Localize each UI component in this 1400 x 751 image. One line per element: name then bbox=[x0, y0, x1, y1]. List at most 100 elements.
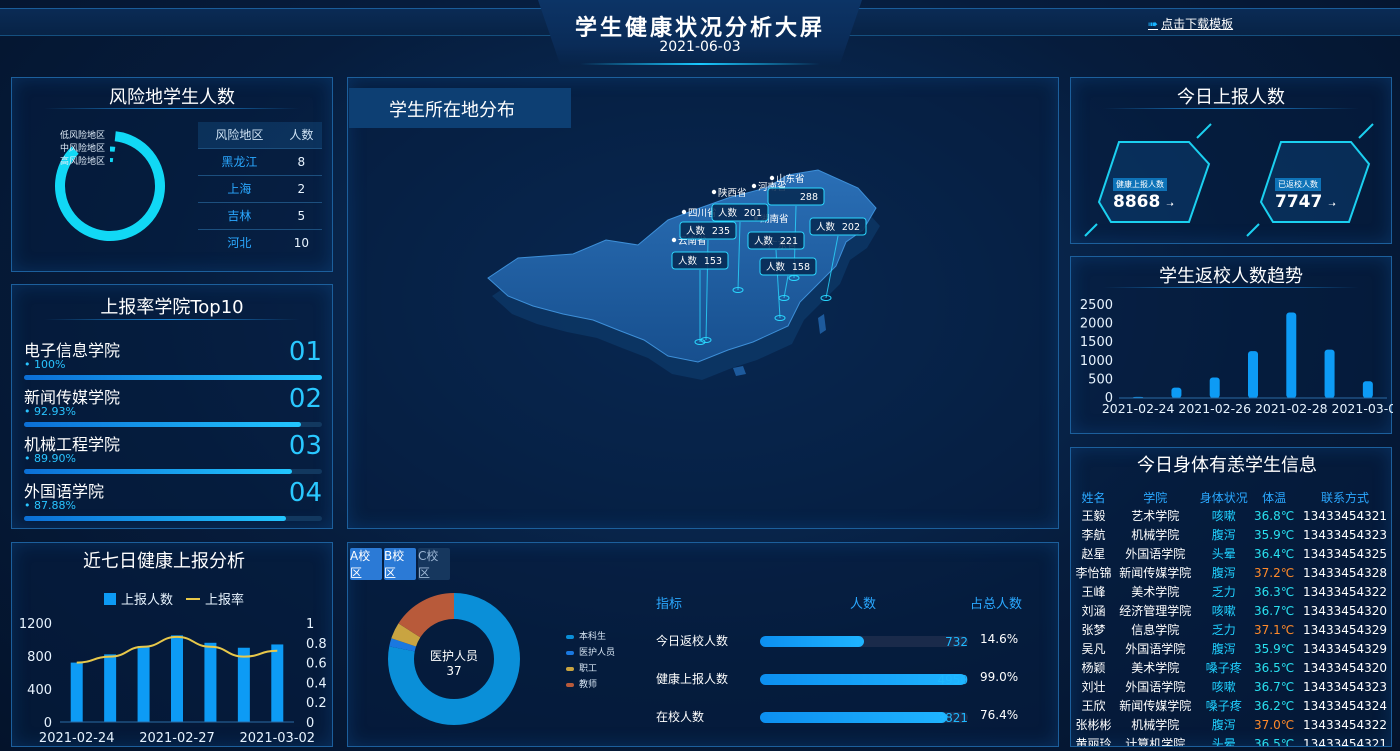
rank-bar bbox=[24, 422, 322, 427]
trend-bar bbox=[1248, 351, 1258, 398]
student-college: 机械学院 bbox=[1131, 718, 1180, 732]
student-status: 乏力 bbox=[1211, 623, 1236, 637]
sick-students-panel: 今日身体有恙学生信息 姓名 学院 身体状况 体温 联系方式 王毅 艺术学院 咳嗽 36… bbox=[1070, 447, 1392, 747]
student-name: 赵星 bbox=[1081, 547, 1106, 561]
table-row[interactable]: 王欣 新闻传媒学院 嗓子疼 36.2℃ 13433454324 bbox=[1073, 696, 1391, 715]
risk-table: 风险地区 人数 黑龙江 8 上海 2 吉林 5 河北 10 bbox=[198, 122, 322, 256]
page-date: 2021-06-03 bbox=[659, 39, 741, 55]
table-row[interactable]: 李航 机械学院 腹泻 35.9℃ 13433454323 bbox=[1073, 525, 1391, 544]
legend-item: 医护人员 bbox=[566, 645, 615, 661]
student-phone: 13433454325 bbox=[1303, 546, 1388, 561]
table-row[interactable]: 李怡锦 新闻传媒学院 腹泻 37.2℃ 13433454328 bbox=[1073, 563, 1391, 582]
student-temp: 36.4℃ bbox=[1254, 546, 1295, 561]
student-college: 信息学院 bbox=[1131, 623, 1180, 637]
tab-campus-c[interactable]: C校区 bbox=[418, 548, 450, 580]
student-temp: 36.3℃ bbox=[1254, 584, 1295, 599]
student-name: 张梦 bbox=[1081, 623, 1106, 637]
weekly-bar bbox=[70, 662, 83, 722]
kpi-label: 今日返校人数 bbox=[656, 634, 729, 648]
x-tick-label: 2021-02-24 bbox=[39, 731, 115, 746]
weekly-bar bbox=[237, 647, 250, 722]
student-name: 王峰 bbox=[1081, 585, 1106, 599]
risk-legend-low: 低风险地区 bbox=[60, 131, 106, 141]
risk-count: 5 bbox=[280, 201, 322, 229]
student-status: 腹泻 bbox=[1211, 642, 1236, 656]
col-name: 姓名 bbox=[1081, 490, 1106, 505]
student-status: 咳嗽 bbox=[1211, 680, 1236, 694]
weekly-bar bbox=[137, 646, 150, 722]
kpi-bar: 4950 bbox=[760, 673, 968, 687]
table-row: 吉林 5 bbox=[198, 201, 322, 229]
title-underline bbox=[1103, 108, 1359, 109]
pin-label: 人数 bbox=[754, 235, 774, 247]
risk-panel: 风险地学生人数 低风险地区 中风险地区 高风险地区 风险地区 人数 黑龙江 8 上… bbox=[11, 77, 333, 272]
tab-campus-a[interactable]: A校区 bbox=[350, 548, 382, 580]
risk-legend-high: 高风险地区 bbox=[60, 157, 106, 167]
student-college: 经济管理学院 bbox=[1119, 604, 1192, 618]
pin-value: 201 bbox=[744, 208, 762, 219]
table-row[interactable]: 王毅 艺术学院 咳嗽 36.8℃ 13433454321 bbox=[1073, 506, 1391, 525]
risk-region[interactable]: 河北 bbox=[198, 228, 281, 256]
table-row[interactable]: 赵星 外国语学院 头晕 36.4℃ 13433454325 bbox=[1073, 544, 1391, 563]
table-row[interactable]: 刘涵 经济管理学院 咳嗽 36.7℃ 13433454320 bbox=[1073, 601, 1391, 620]
arrow-icon: ➝ bbox=[1328, 200, 1336, 210]
rank-item[interactable]: 机械工程学院 • 89.90% 03 bbox=[24, 431, 322, 477]
kpi-percent: 76.4% bbox=[980, 708, 1019, 722]
return-trend-title: 学生返校人数趋势 bbox=[1159, 266, 1303, 287]
pin-value: 153 bbox=[704, 256, 722, 267]
student-phone: 13433454321 bbox=[1303, 736, 1388, 747]
download-template-link[interactable]: ➠ 点击下载模板 bbox=[1148, 15, 1233, 32]
col-phone: 联系方式 bbox=[1321, 490, 1370, 505]
rank-bar-fill bbox=[24, 469, 292, 474]
legend-label-bar: 上报人数 bbox=[121, 593, 173, 608]
student-temp: 36.8℃ bbox=[1254, 508, 1295, 523]
table-row[interactable]: 吴凡 外国语学院 腹泻 35.9℃ 13433454329 bbox=[1073, 639, 1391, 658]
risk-region[interactable]: 黑龙江 bbox=[198, 147, 281, 175]
page-title: 学生健康状况分析大屏 bbox=[574, 16, 825, 41]
student-name: 李航 bbox=[1081, 528, 1106, 542]
kpi-label: 在校人数 bbox=[656, 710, 705, 724]
y2-tick-label: 0 bbox=[306, 716, 314, 731]
table-row[interactable]: 张彬彬 机械学院 腹泻 37.0℃ 13433454322 bbox=[1073, 715, 1391, 734]
pin-value: 202 bbox=[842, 222, 860, 233]
card-label: 已返校人数 bbox=[1275, 178, 1321, 191]
tab-campus-b[interactable]: B校区 bbox=[384, 548, 416, 580]
student-college: 新闻传媒学院 bbox=[1119, 566, 1192, 580]
china-map[interactable]: 山东省陕西省河南省四川省湖南省云南省广东省人数201288人数235人数221人… bbox=[348, 78, 1059, 529]
table-row[interactable]: 王峰 美术学院 乏力 36.3℃ 13433454322 bbox=[1073, 582, 1391, 601]
table-row[interactable]: 刘壮 外国语学院 咳嗽 36.7℃ 13433454323 bbox=[1073, 677, 1391, 696]
rank-bar bbox=[24, 516, 322, 521]
x-tick-label: 2021-02-24 bbox=[1102, 401, 1175, 416]
student-name: 黄丽玲 bbox=[1075, 737, 1112, 747]
student-status: 咳嗽 bbox=[1211, 604, 1236, 618]
y-tick-label: 800 bbox=[27, 650, 52, 665]
risk-region[interactable]: 上海 bbox=[198, 174, 281, 202]
rank-item[interactable]: 新闻传媒学院 • 92.93% 02 bbox=[24, 384, 322, 430]
province-dot bbox=[769, 175, 775, 181]
rank-rate: • 100% bbox=[24, 358, 66, 371]
role-legend: 本科生 医护人员 职工 教师 bbox=[566, 629, 615, 693]
rank-item[interactable]: 电子信息学院 • 100% 01 bbox=[24, 337, 322, 383]
student-phone: 13433454324 bbox=[1303, 698, 1388, 713]
student-status: 腹泻 bbox=[1211, 566, 1236, 580]
student-college: 美术学院 bbox=[1131, 585, 1180, 599]
student-college: 外国语学院 bbox=[1125, 642, 1186, 656]
risk-count: 10 bbox=[280, 228, 322, 256]
student-status: 嗓子疼 bbox=[1205, 661, 1242, 675]
student-phone: 13433454329 bbox=[1303, 641, 1388, 656]
arrow-right-icon: ➠ bbox=[1148, 16, 1159, 31]
weekly-panel-title: 近七日健康上报分析 bbox=[83, 551, 245, 572]
table-row[interactable]: 张梦 信息学院 乏力 37.1℃ 13433454329 bbox=[1073, 620, 1391, 639]
table-row[interactable]: 黄丽玲 计算机学院 头晕 36.5℃ 13433454321 bbox=[1073, 734, 1391, 747]
rank-item[interactable]: 外国语学院 • 87.88% 04 bbox=[24, 478, 322, 524]
student-status: 乏力 bbox=[1211, 585, 1236, 599]
table-row[interactable]: 杨颖 美术学院 嗓子疼 36.5℃ 13433454320 bbox=[1073, 658, 1391, 677]
title-underline bbox=[44, 319, 300, 320]
rank-number: 02 bbox=[288, 384, 322, 414]
rank-number: 04 bbox=[288, 478, 322, 508]
province-dot bbox=[711, 189, 717, 195]
risk-region[interactable]: 吉林 bbox=[198, 201, 281, 229]
top10-panel-title: 上报率学院Top10 bbox=[100, 297, 244, 318]
kpi-bar-fill bbox=[760, 636, 864, 647]
kpi-bar-fill bbox=[760, 674, 966, 685]
